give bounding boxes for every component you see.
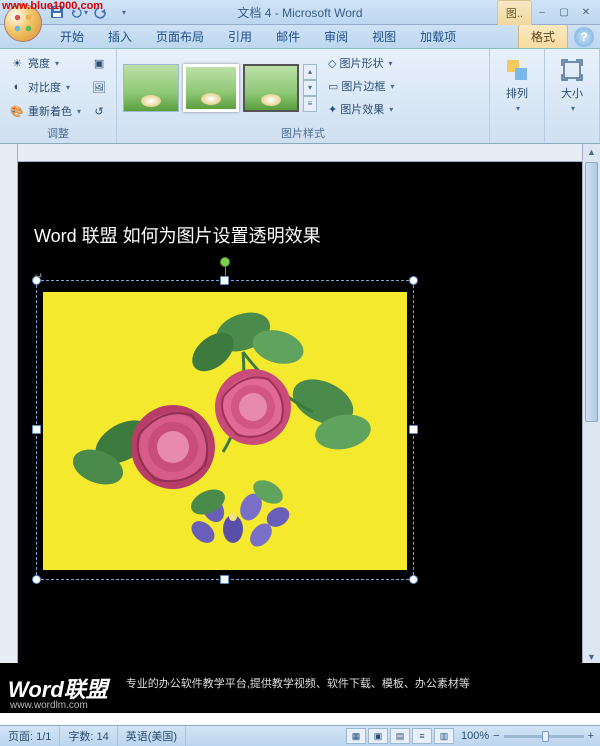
ribbon: ☀亮度▾ ◐对比度▾ 🎨重新着色▾ ▣ 🖼 ↺ 调整 ▴▾≡ ◇图片形状▾ ▭图… [0,49,600,144]
picture-effects-button[interactable]: ✦图片效果▾ [325,98,397,120]
tab-insert[interactable]: 插入 [96,25,144,48]
contrast-button[interactable]: ◐对比度▾ [6,76,84,98]
contrast-icon: ◐ [9,79,25,95]
contrast-label: 对比度 [28,79,61,95]
group-adjust-label: 调整 [6,123,110,143]
style-thumb-3[interactable] [243,64,299,112]
contextual-tab-label: 图.. [497,0,532,25]
watermark-footer: Word联盟 www.wordlm.com 专业的办公软件教学平台,提供教学视频… [0,663,600,713]
zoom-out-button[interactable]: − [493,730,499,742]
compress-button[interactable]: ▣ [88,52,110,74]
vertical-scrollbar[interactable]: ▲ ▼ ◦ ⇈ ⇊ [582,144,600,713]
footer-url: www.wordlm.com [10,700,88,711]
zoom-control: 100% − + [455,730,600,742]
ribbon-tabs: 开始 插入 页面布局 引用 邮件 审阅 视图 加载项 格式 ? [0,25,600,49]
tab-addins[interactable]: 加载项 [408,25,468,48]
brightness-label: 亮度 [28,55,50,71]
resize-handle-tr[interactable] [409,276,418,285]
window-title: 文档 4 - Microsoft Word [237,4,362,21]
document-area[interactable]: Word 联盟 如何为图片设置透明效果 ↵ [18,162,582,713]
arrange-icon [505,58,529,82]
group-styles-label: 图片样式 [123,123,483,143]
flower-illustration [43,292,407,570]
picture-shape-button[interactable]: ◇图片形状▾ [325,52,397,74]
scroll-thumb[interactable] [585,162,598,422]
picture-border-icon: ▭ [328,80,338,93]
change-picture-button[interactable]: 🖼 [88,76,110,98]
view-print-layout[interactable]: ▦ [346,728,366,744]
picture-shape-icon: ◇ [328,57,336,70]
resize-handle-bl[interactable] [32,575,41,584]
help-button[interactable]: ? [574,27,594,47]
selected-image-frame[interactable] [36,280,414,580]
view-web-layout[interactable]: ▤ [390,728,410,744]
picture-border-button[interactable]: ▭图片边框▾ [325,75,397,97]
tab-view[interactable]: 视图 [360,25,408,48]
size-button[interactable]: 大小▾ [551,52,593,113]
recolor-button[interactable]: 🎨重新着色▾ [6,100,84,122]
zoom-slider-thumb[interactable] [542,731,549,742]
status-language[interactable]: 英语(美国) [118,726,186,746]
picture-border-label: 图片边框 [341,78,385,94]
group-adjust: ☀亮度▾ ◐对比度▾ 🎨重新着色▾ ▣ 🖼 ↺ 调整 [0,49,117,143]
tab-page-layout[interactable]: 页面布局 [144,25,216,48]
picture-effects-icon: ✦ [328,103,337,116]
resize-handle-l[interactable] [32,425,41,434]
zoom-in-button[interactable]: + [588,730,594,742]
status-words[interactable]: 字数: 14 [60,726,117,746]
resize-handle-t[interactable] [220,276,229,285]
style-thumb-1[interactable] [123,64,179,112]
group-arrange: 排列▾ [490,49,545,143]
resize-handle-br[interactable] [409,575,418,584]
close-button[interactable]: ✕ [576,5,596,19]
picture-effects-label: 图片效果 [340,101,384,117]
footer-tagline: 专业的办公软件教学平台,提供教学视频、软件下载、模板、办公素材等 [126,675,470,691]
zoom-slider[interactable] [504,735,584,738]
maximize-button[interactable]: ▢ [554,5,574,19]
reset-picture-button[interactable]: ↺ [88,100,110,122]
recolor-icon: 🎨 [9,103,25,119]
status-page[interactable]: 页面: 1/1 [0,726,60,746]
resize-handle-tl[interactable] [32,276,41,285]
brightness-button[interactable]: ☀亮度▾ [6,52,84,74]
view-buttons: ▦ ▣ ▤ ≡ ▥ [345,728,455,744]
view-outline[interactable]: ≡ [412,728,432,744]
horizontal-ruler[interactable] [18,144,582,162]
rotation-handle[interactable] [220,257,230,267]
view-draft[interactable]: ▥ [434,728,454,744]
tab-references[interactable]: 引用 [216,25,264,48]
status-bar: 页面: 1/1 字数: 14 英语(美国) ▦ ▣ ▤ ≡ ▥ 100% − + [0,725,600,746]
tab-home[interactable]: 开始 [48,25,96,48]
resize-handle-b[interactable] [220,575,229,584]
document-heading: Word 联盟 如何为图片设置透明效果 [34,222,321,248]
change-picture-icon: 🖼 [91,79,107,95]
zoom-value[interactable]: 100% [461,730,489,742]
view-full-screen[interactable]: ▣ [368,728,388,744]
size-icon [560,58,584,82]
resize-handle-r[interactable] [409,425,418,434]
tab-review[interactable]: 审阅 [312,25,360,48]
style-thumb-2[interactable] [183,64,239,112]
inserted-picture[interactable] [43,292,407,570]
reset-icon: ↺ [91,103,107,119]
arrange-label: 排列 [506,85,528,101]
minimize-button[interactable]: – [532,5,552,19]
group-picture-styles: ▴▾≡ ◇图片形状▾ ▭图片边框▾ ✦图片效果▾ 图片样式 [117,49,490,143]
vertical-ruler[interactable] [0,144,18,713]
compress-icon: ▣ [91,55,107,71]
tab-mailings[interactable]: 邮件 [264,25,312,48]
recolor-label: 重新着色 [28,103,72,119]
scroll-up-button[interactable]: ▲ [583,144,600,160]
size-label: 大小 [561,85,583,101]
picture-style-gallery[interactable]: ▴▾≡ [123,52,317,123]
gallery-more[interactable]: ▴▾≡ [303,64,317,112]
arrange-button[interactable]: 排列▾ [496,52,538,113]
qat-customize[interactable]: ▾ [114,3,132,21]
tab-format[interactable]: 格式 [518,24,568,48]
picture-shape-label: 图片形状 [339,55,383,71]
group-size: 大小▾ [545,49,600,143]
brightness-icon: ☀ [9,55,25,71]
watermark-url: www.blue1000.com [2,0,103,12]
